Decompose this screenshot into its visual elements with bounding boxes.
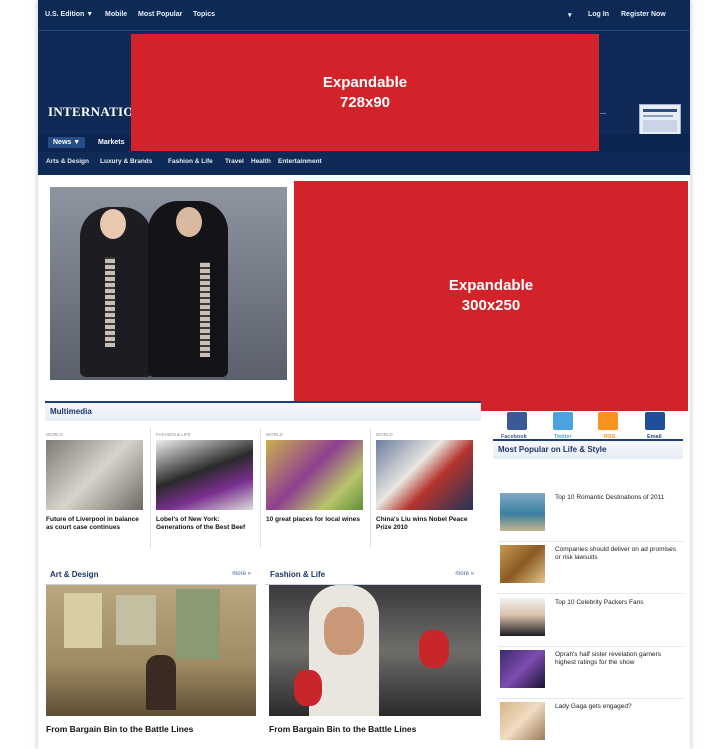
divider [150,428,151,548]
divider [370,428,371,548]
ad-size: 728x90 [339,93,391,111]
art-design-image[interactable] [46,585,256,716]
item-thumbnail[interactable] [500,702,545,740]
subnav-item-health[interactable]: Health [251,158,271,165]
hero-face [176,207,202,237]
fashion-life-headline[interactable]: From Bargain Bin to the Battle Lines [269,724,416,734]
painting [64,593,102,648]
item-thumbnail[interactable] [500,598,545,636]
facebook-icon[interactable] [507,412,527,430]
nav-item-markets[interactable]: Markets [98,139,124,146]
visitor-figure [146,655,176,710]
promo-image [643,120,677,132]
edition-label: U.S. Edition [45,11,85,18]
item-kicker: WORLD [266,432,283,437]
page-frame: U.S. Edition ▼ Mobile Most Popular Topic… [38,0,690,749]
section-subnavigation: Arts & Design Luxury & Brands Fashion & … [38,155,690,169]
search-icon[interactable]: ▾ [568,11,572,19]
item-thumbnail[interactable] [376,440,473,510]
subnav-item-luxury-brands[interactable]: Luxury & Brands [100,158,152,165]
section-title: Most Popular on Life & Style [498,445,607,454]
item-thumbnail[interactable] [156,440,253,510]
hero-face [100,209,126,239]
art-design-headline[interactable]: From Bargain Bin to the Battle Lines [46,724,193,734]
subnav-item-fashion-life[interactable]: Fashion & Life [168,158,213,165]
item-caption[interactable]: Future of Liverpool in balance as court … [46,516,143,532]
painting [176,589,220,659]
nav-item-news[interactable]: News ▼ [48,137,86,148]
multimedia-item[interactable]: WORLD Future of Liverpool in balance as … [46,428,145,548]
fashion-life-header: Fashion & Life more » [265,566,480,585]
rss-icon[interactable] [598,412,618,430]
login-link[interactable]: Log In [588,11,609,18]
email-icon[interactable] [645,412,665,430]
popular-item[interactable]: Companies should deliver on ad promises … [498,543,683,594]
face [324,607,364,655]
subnav-item-arts-design[interactable]: Arts & Design [46,158,89,165]
hero-scarf [105,257,115,347]
more-link[interactable]: more » [232,571,251,577]
multimedia-header: Multimedia [45,401,481,421]
most-popular-header: Most Popular on Life & Style [493,439,683,459]
popular-item-title[interactable]: Top 10 Celebrity Packers Fans [555,599,681,607]
art-design-header: Art & Design more » [45,566,257,585]
popular-item-title[interactable]: Lady Gaga gets engaged? [555,703,681,711]
edition-selector[interactable]: U.S. Edition ▼ [45,11,93,18]
painting [116,595,156,645]
ad-size: 300x250 [461,297,521,314]
section-title[interactable]: Art & Design [50,570,98,579]
most-popular-link[interactable]: Most Popular [138,11,182,18]
rectangle-ad[interactable]: Expandable 300x250 [294,181,688,411]
nav-item-label: News [53,139,72,146]
item-kicker: WORLD [46,432,63,437]
masthead-logo[interactable]: INTERNATION [48,104,144,120]
multimedia-item[interactable]: WORLD China's Liu wins Nobel Peace Prize… [376,428,475,548]
item-thumbnail[interactable] [500,650,545,688]
multimedia-item[interactable]: WORLD 10 great places for local wines [266,428,365,548]
popular-item-title[interactable]: Companies should deliver on ad promises … [555,546,681,562]
item-thumbnail[interactable] [266,440,363,510]
section-title: Multimedia [50,407,92,416]
popular-item[interactable]: Lady Gaga gets engaged? [498,700,683,749]
hero-scarf [200,262,210,357]
item-caption[interactable]: China's Liu wins Nobel Peace Prize 2010 [376,516,473,532]
promo-line [643,109,677,112]
twitter-icon[interactable] [553,412,573,430]
subnav-item-travel[interactable]: Travel [225,158,244,165]
leaderboard-ad[interactable]: Expandable 728x90 [131,34,599,151]
chevron-down-icon: ▼ [86,11,94,18]
popular-item[interactable]: Oprah's half sister revelation garners h… [498,648,683,699]
divider [260,428,261,548]
chevron-down-icon: ▼ [73,139,81,146]
popular-item[interactable]: Top 10 Romantic Destinations of 2011 [498,491,683,542]
item-caption[interactable]: Lobel's of New York: Generations of the … [156,516,253,532]
item-kicker: WORLD [376,432,393,437]
boxing-glove [419,630,449,668]
item-thumbnail[interactable] [46,440,143,510]
item-thumbnail[interactable] [500,493,545,531]
section-title[interactable]: Fashion & Life [270,570,325,579]
popular-item-title[interactable]: Oprah's half sister revelation garners h… [555,651,681,667]
subnav-item-entertainment[interactable]: Entertainment [278,158,322,165]
fashion-life-image[interactable] [269,585,481,716]
subscription-promo-thumbnail[interactable] [639,104,681,138]
top-utility-bar: U.S. Edition ▼ Mobile Most Popular Topic… [38,0,690,31]
promo-line [643,115,673,117]
boxing-glove [294,670,322,706]
popular-item-title[interactable]: Top 10 Romantic Destinations of 2011 [555,494,681,502]
register-link[interactable]: Register Now [621,11,666,18]
item-thumbnail[interactable] [500,545,545,583]
item-kicker: FASHION & LIFE [156,432,191,437]
multimedia-item[interactable]: FASHION & LIFE Lobel's of New York: Gene… [156,428,255,548]
topics-link[interactable]: Topics [193,11,215,18]
item-caption[interactable]: 10 great places for local wines [266,516,363,524]
ad-label: Expandable [322,73,408,91]
hero-image[interactable] [50,187,287,380]
more-link[interactable]: more » [455,571,474,577]
popular-item[interactable]: Top 10 Celebrity Packers Fans [498,596,683,647]
ad-label: Expandable [448,277,534,294]
promo-label: — [600,111,606,117]
mobile-link[interactable]: Mobile [105,11,127,18]
